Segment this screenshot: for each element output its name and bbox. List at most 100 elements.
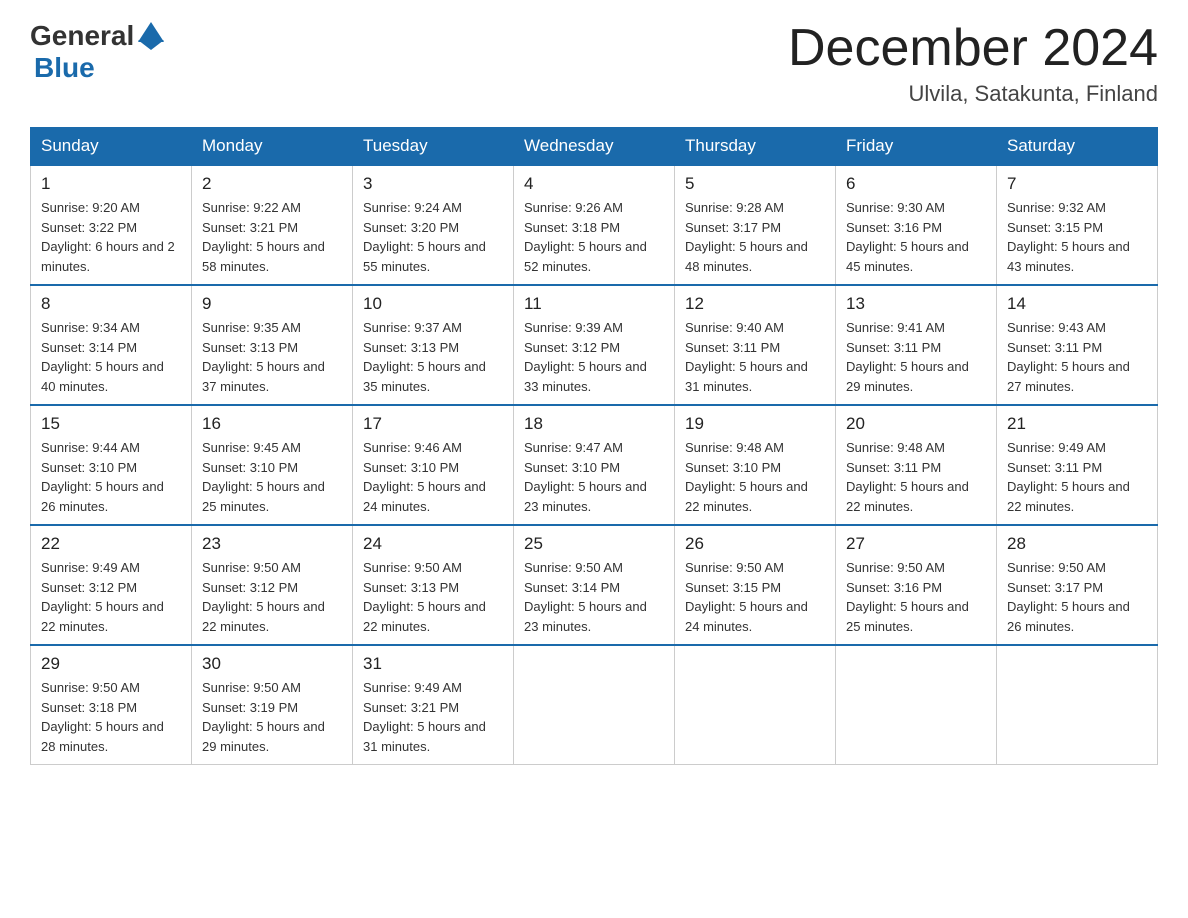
logo: General Blue: [30, 20, 164, 84]
calendar-week-row: 8 Sunrise: 9:34 AMSunset: 3:14 PMDaylight…: [31, 285, 1158, 405]
day-info: Sunrise: 9:50 AMSunset: 3:13 PMDaylight:…: [363, 558, 503, 636]
day-number: 26: [685, 534, 825, 554]
day-info: Sunrise: 9:34 AMSunset: 3:14 PMDaylight:…: [41, 318, 181, 396]
day-number: 17: [363, 414, 503, 434]
day-number: 30: [202, 654, 342, 674]
table-row: [836, 645, 997, 765]
header-wednesday: Wednesday: [514, 128, 675, 166]
table-row: 22Sunrise: 9:49 AMSunset: 3:12 PMDayligh…: [31, 525, 192, 645]
day-number: 3: [363, 174, 503, 194]
day-number: 16: [202, 414, 342, 434]
table-row: 11 Sunrise: 9:39 AMSunset: 3:12 PMDayligh…: [514, 285, 675, 405]
day-info: Sunrise: 9:48 AMSunset: 3:10 PMDaylight:…: [685, 438, 825, 516]
table-row: 5 Sunrise: 9:28 AMSunset: 3:17 PMDaylight…: [675, 165, 836, 285]
table-row: 17 Sunrise: 9:46 AMSunset: 3:10 PMDayligh…: [353, 405, 514, 525]
table-row: 18 Sunrise: 9:47 AMSunset: 3:10 PMDayligh…: [514, 405, 675, 525]
table-row: 25Sunrise: 9:50 AMSunset: 3:14 PMDayligh…: [514, 525, 675, 645]
table-row: 10 Sunrise: 9:37 AMSunset: 3:13 PMDayligh…: [353, 285, 514, 405]
day-number: 5: [685, 174, 825, 194]
day-info: Sunrise: 9:24 AMSunset: 3:20 PMDaylight:…: [363, 198, 503, 276]
table-row: 14 Sunrise: 9:43 AMSunset: 3:11 PMDayligh…: [997, 285, 1158, 405]
table-row: 1 Sunrise: 9:20 AMSunset: 3:22 PMDaylight…: [31, 165, 192, 285]
day-info: Sunrise: 9:41 AMSunset: 3:11 PMDaylight:…: [846, 318, 986, 396]
table-row: 13Sunrise: 9:41 AMSunset: 3:11 PMDayligh…: [836, 285, 997, 405]
table-row: [997, 645, 1158, 765]
day-number: 28: [1007, 534, 1147, 554]
day-number: 20: [846, 414, 986, 434]
day-info: Sunrise: 9:20 AMSunset: 3:22 PMDaylight:…: [41, 198, 181, 276]
day-info: Sunrise: 9:45 AMSunset: 3:10 PMDaylight:…: [202, 438, 342, 516]
table-row: 8 Sunrise: 9:34 AMSunset: 3:14 PMDaylight…: [31, 285, 192, 405]
day-number: 1: [41, 174, 181, 194]
calendar-week-row: 29 Sunrise: 9:50 AMSunset: 3:18 PMDayligh…: [31, 645, 1158, 765]
day-number: 2: [202, 174, 342, 194]
table-row: 24 Sunrise: 9:50 AMSunset: 3:13 PMDayligh…: [353, 525, 514, 645]
day-info: Sunrise: 9:50 AMSunset: 3:17 PMDaylight:…: [1007, 558, 1147, 636]
day-number: 12: [685, 294, 825, 314]
table-row: 26 Sunrise: 9:50 AMSunset: 3:15 PMDayligh…: [675, 525, 836, 645]
day-info: Sunrise: 9:39 AMSunset: 3:12 PMDaylight:…: [524, 318, 664, 396]
header-thursday: Thursday: [675, 128, 836, 166]
day-info: Sunrise: 9:50 AMSunset: 3:15 PMDaylight:…: [685, 558, 825, 636]
day-number: 15: [41, 414, 181, 434]
day-info: Sunrise: 9:50 AMSunset: 3:12 PMDaylight:…: [202, 558, 342, 636]
day-info: Sunrise: 9:46 AMSunset: 3:10 PMDaylight:…: [363, 438, 503, 516]
day-number: 29: [41, 654, 181, 674]
calendar-location: Ulvila, Satakunta, Finland: [788, 81, 1158, 107]
day-number: 14: [1007, 294, 1147, 314]
table-row: 31 Sunrise: 9:49 AMSunset: 3:21 PMDayligh…: [353, 645, 514, 765]
day-info: Sunrise: 9:40 AMSunset: 3:11 PMDaylight:…: [685, 318, 825, 396]
day-number: 10: [363, 294, 503, 314]
calendar-week-row: 15 Sunrise: 9:44 AMSunset: 3:10 PMDayligh…: [31, 405, 1158, 525]
table-row: 20 Sunrise: 9:48 AMSunset: 3:11 PMDayligh…: [836, 405, 997, 525]
calendar-week-row: 22Sunrise: 9:49 AMSunset: 3:12 PMDayligh…: [31, 525, 1158, 645]
calendar-table: Sunday Monday Tuesday Wednesday Thursday…: [30, 127, 1158, 765]
table-row: 16 Sunrise: 9:45 AMSunset: 3:10 PMDayligh…: [192, 405, 353, 525]
page-header: General Blue December 2024 Ulvila, Satak…: [30, 20, 1158, 107]
day-number: 31: [363, 654, 503, 674]
table-row: 19Sunrise: 9:48 AMSunset: 3:10 PMDayligh…: [675, 405, 836, 525]
day-info: Sunrise: 9:48 AMSunset: 3:11 PMDaylight:…: [846, 438, 986, 516]
table-row: 29 Sunrise: 9:50 AMSunset: 3:18 PMDayligh…: [31, 645, 192, 765]
day-info: Sunrise: 9:50 AMSunset: 3:19 PMDaylight:…: [202, 678, 342, 756]
table-row: 7 Sunrise: 9:32 AMSunset: 3:15 PMDaylight…: [997, 165, 1158, 285]
table-row: 2Sunrise: 9:22 AMSunset: 3:21 PMDaylight…: [192, 165, 353, 285]
day-number: 27: [846, 534, 986, 554]
day-info: Sunrise: 9:43 AMSunset: 3:11 PMDaylight:…: [1007, 318, 1147, 396]
day-number: 24: [363, 534, 503, 554]
day-number: 18: [524, 414, 664, 434]
table-row: 12 Sunrise: 9:40 AMSunset: 3:11 PMDayligh…: [675, 285, 836, 405]
calendar-title: December 2024: [788, 20, 1158, 77]
table-row: 28 Sunrise: 9:50 AMSunset: 3:17 PMDayligh…: [997, 525, 1158, 645]
title-block: December 2024 Ulvila, Satakunta, Finland: [788, 20, 1158, 107]
day-number: 22: [41, 534, 181, 554]
day-info: Sunrise: 9:44 AMSunset: 3:10 PMDaylight:…: [41, 438, 181, 516]
day-number: 8: [41, 294, 181, 314]
day-info: Sunrise: 9:49 AMSunset: 3:11 PMDaylight:…: [1007, 438, 1147, 516]
table-row: 23 Sunrise: 9:50 AMSunset: 3:12 PMDayligh…: [192, 525, 353, 645]
table-row: 3 Sunrise: 9:24 AMSunset: 3:20 PMDaylight…: [353, 165, 514, 285]
day-info: Sunrise: 9:30 AMSunset: 3:16 PMDaylight:…: [846, 198, 986, 276]
day-info: Sunrise: 9:50 AMSunset: 3:14 PMDaylight:…: [524, 558, 664, 636]
day-number: 21: [1007, 414, 1147, 434]
day-number: 4: [524, 174, 664, 194]
header-friday: Friday: [836, 128, 997, 166]
day-info: Sunrise: 9:26 AMSunset: 3:18 PMDaylight:…: [524, 198, 664, 276]
table-row: 27Sunrise: 9:50 AMSunset: 3:16 PMDayligh…: [836, 525, 997, 645]
header-tuesday: Tuesday: [353, 128, 514, 166]
day-info: Sunrise: 9:49 AMSunset: 3:21 PMDaylight:…: [363, 678, 503, 756]
day-info: Sunrise: 9:28 AMSunset: 3:17 PMDaylight:…: [685, 198, 825, 276]
day-info: Sunrise: 9:50 AMSunset: 3:18 PMDaylight:…: [41, 678, 181, 756]
day-info: Sunrise: 9:37 AMSunset: 3:13 PMDaylight:…: [363, 318, 503, 396]
day-number: 11: [524, 294, 664, 314]
day-number: 9: [202, 294, 342, 314]
table-row: 21 Sunrise: 9:49 AMSunset: 3:11 PMDayligh…: [997, 405, 1158, 525]
day-number: 23: [202, 534, 342, 554]
logo-general-text: General: [30, 20, 134, 52]
table-row: [675, 645, 836, 765]
logo-blue-text: Blue: [34, 52, 95, 83]
day-info: Sunrise: 9:47 AMSunset: 3:10 PMDaylight:…: [524, 438, 664, 516]
day-number: 7: [1007, 174, 1147, 194]
day-info: Sunrise: 9:32 AMSunset: 3:15 PMDaylight:…: [1007, 198, 1147, 276]
header-monday: Monday: [192, 128, 353, 166]
